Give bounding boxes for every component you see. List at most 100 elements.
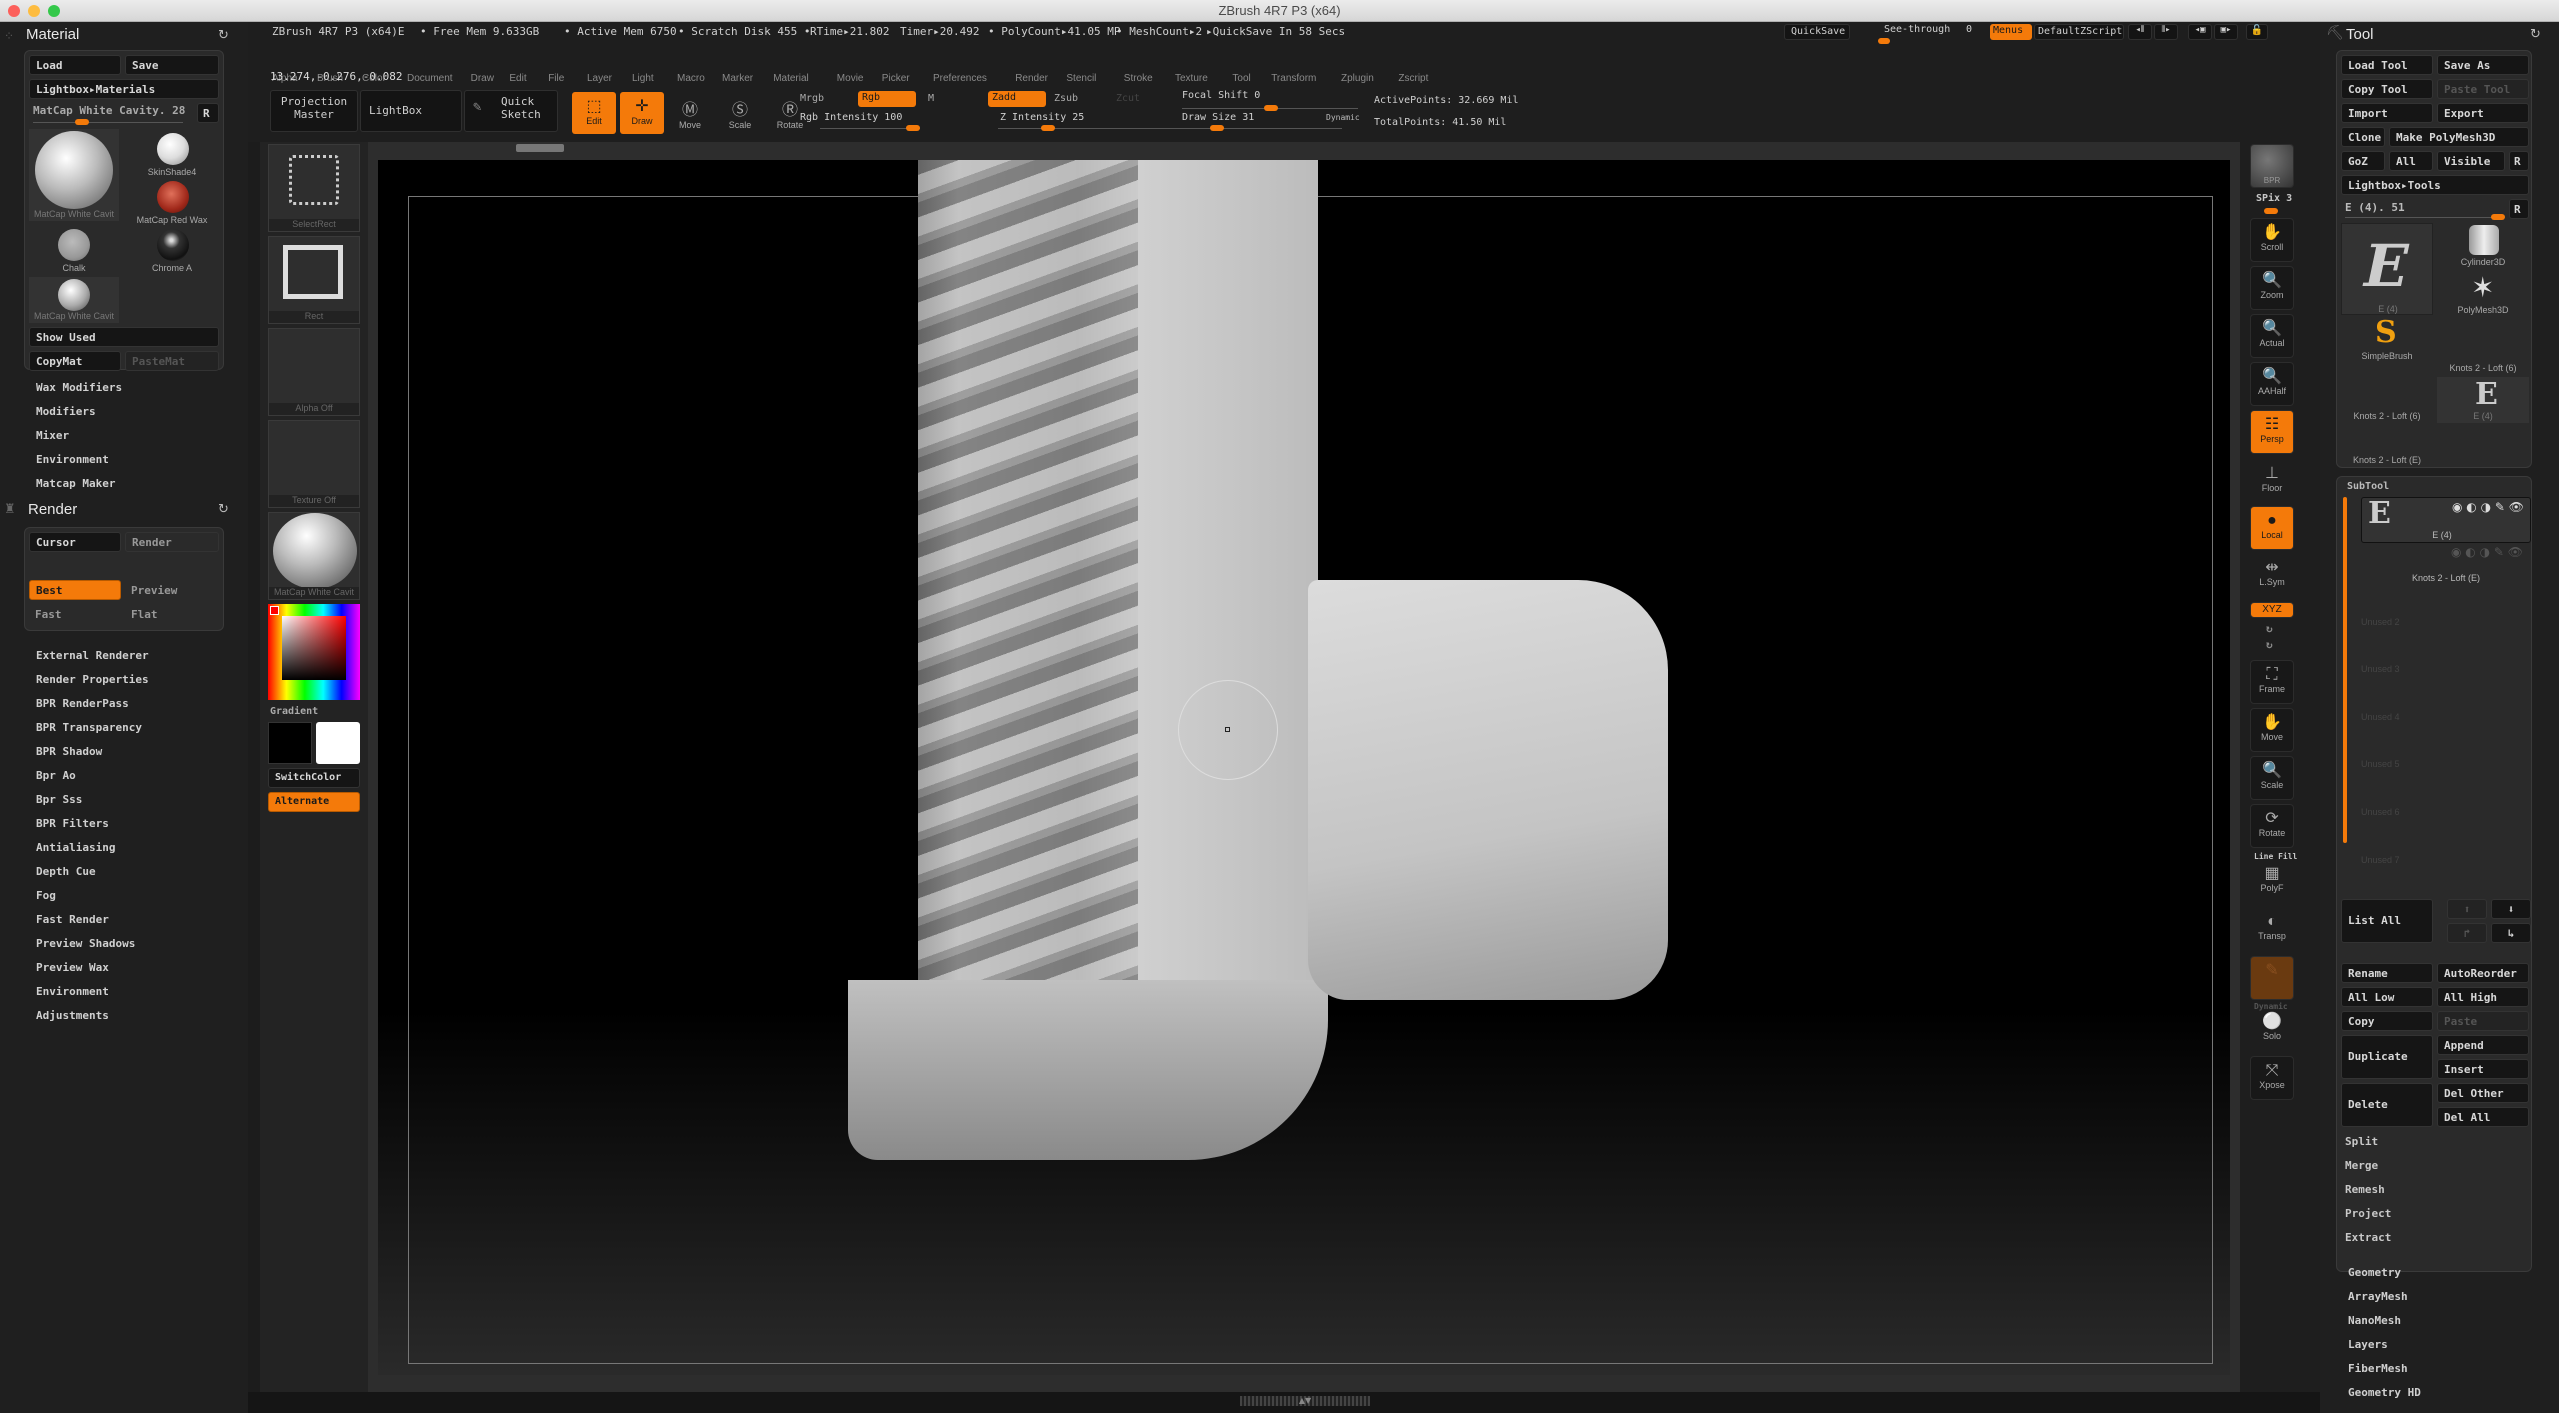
pastemat-button[interactable]: PasteMat — [125, 351, 219, 371]
render-palette-title[interactable]: Render — [28, 501, 77, 518]
move-mode-button[interactable]: Ⓜ Move — [668, 92, 712, 134]
menu-stroke[interactable]: Stroke — [1124, 73, 1153, 84]
subpalette-bpr-ao[interactable]: Bpr Ao — [36, 769, 76, 782]
all-high-button[interactable]: All High — [2437, 987, 2529, 1007]
make-polymesh3d-button[interactable]: Make PolyMesh3D — [2389, 127, 2529, 147]
texture-selector[interactable]: Texture Off — [268, 420, 360, 508]
zsub-button[interactable]: Zsub — [1054, 93, 1078, 104]
visibility-eye-icon[interactable]: ◉ ◐ ◑ ✎ 👁 — [2452, 500, 2524, 514]
layout-left-icon[interactable]: ◂▣ — [2188, 24, 2212, 40]
z-intensity-knob[interactable] — [1041, 125, 1055, 131]
clone-button[interactable]: Clone — [2341, 127, 2385, 147]
subpalette-depth-cue[interactable]: Depth Cue — [36, 865, 96, 878]
menu-stencil[interactable]: Stencil — [1066, 73, 1096, 84]
delete-button[interactable]: Delete — [2341, 1083, 2433, 1127]
default-zscript-button[interactable]: DefaultZScript — [2034, 24, 2124, 40]
menu-edit[interactable]: Edit — [509, 73, 526, 84]
duplicate-button[interactable]: Duplicate — [2341, 1035, 2433, 1079]
subpalette-bpr-shadow[interactable]: BPR Shadow — [36, 745, 102, 758]
rotate-y-icon[interactable]: ↻ — [2266, 622, 2273, 635]
move-view-button[interactable]: ✋ Move — [2250, 708, 2294, 752]
refresh-icon[interactable]: ↻ — [2530, 27, 2541, 42]
menu-render[interactable]: Render — [1015, 73, 1048, 84]
insert-button[interactable]: Insert — [2437, 1059, 2529, 1079]
subtool-title[interactable]: SubTool — [2347, 481, 2389, 492]
subpalette-matcap-maker[interactable]: Matcap Maker — [36, 477, 115, 490]
remesh-subpalette[interactable]: Remesh — [2345, 1183, 2385, 1196]
floor-button[interactable]: ⊥ Floor — [2250, 460, 2294, 504]
scale-mode-button[interactable]: Ⓢ Scale — [718, 92, 762, 134]
subpalette-fog[interactable]: Fog — [36, 889, 56, 902]
tool-thumb-polymesh3d[interactable]: ✶ PolyMesh3D — [2437, 271, 2529, 317]
rotate-up-button[interactable]: ↱ — [2447, 923, 2487, 943]
best-render-button[interactable]: Best — [29, 580, 121, 600]
import-button[interactable]: Import — [2341, 103, 2433, 123]
color-picker-square[interactable] — [282, 616, 346, 680]
gradient-toggle[interactable]: Gradient — [270, 706, 318, 717]
solo-button[interactable]: ⚪ Solo — [2250, 1008, 2294, 1052]
material-r-button[interactable]: R — [197, 103, 219, 123]
subpalette-bpr-sss[interactable]: Bpr Sss — [36, 793, 82, 806]
z-intensity-slider[interactable] — [998, 128, 1198, 129]
copymat-button[interactable]: CopyMat — [29, 351, 121, 371]
ghost-button[interactable]: ✎ — [2250, 956, 2294, 1000]
material-swatch-white-cavity[interactable]: MatCap White Cavit — [29, 277, 119, 323]
color-picker[interactable] — [268, 604, 360, 700]
subpalette-bpr-filters[interactable]: BPR Filters — [36, 817, 109, 830]
rotate-z-icon[interactable]: ↻ — [2266, 638, 2273, 651]
aahalf-button[interactable]: 🔍 AAHalf — [2250, 362, 2294, 406]
polyf-button[interactable]: ▦ PolyF — [2250, 860, 2294, 904]
rgb-intensity-slider[interactable] — [820, 128, 920, 129]
actual-button[interactable]: 🔍 Actual — [2250, 314, 2294, 358]
paste-subtool-button[interactable]: Paste — [2437, 1011, 2529, 1031]
del-other-button[interactable]: Del Other — [2437, 1083, 2529, 1103]
menu-macro[interactable]: Macro — [677, 73, 705, 84]
goz-button[interactable]: GoZ — [2341, 151, 2385, 171]
rgb-intensity-knob[interactable] — [906, 125, 920, 131]
quicksave-button[interactable]: QuickSave — [1784, 24, 1850, 40]
list-all-button[interactable]: List All — [2341, 899, 2433, 943]
extract-subpalette[interactable]: Extract — [2345, 1231, 2391, 1244]
visibility-eye-icon[interactable]: ◉ ◐ ◑ ✎ 👁 — [2451, 545, 2523, 559]
frame-button[interactable]: ⛶ Frame — [2250, 660, 2294, 704]
scale-view-button[interactable]: 🔍 Scale — [2250, 756, 2294, 800]
transp-button[interactable]: ◐ Transp — [2250, 908, 2294, 952]
subpalette-mixer[interactable]: Mixer — [36, 429, 69, 442]
lightbox-materials-button[interactable]: Lightbox▸Materials — [29, 79, 219, 99]
menu-marker[interactable]: Marker — [722, 73, 753, 84]
switch-color-button[interactable]: SwitchColor — [268, 768, 360, 788]
project-subpalette[interactable]: Project — [2345, 1207, 2391, 1220]
subpalette-preview-wax[interactable]: Preview Wax — [36, 961, 109, 974]
tool-palette-title[interactable]: Tool — [2346, 26, 2374, 43]
secondary-color-swatch[interactable] — [316, 722, 360, 764]
tool-slider-knob[interactable] — [2491, 214, 2505, 220]
edit-mode-button[interactable]: ⬚ Edit — [572, 92, 616, 134]
subtool-scrollbar[interactable] — [2343, 497, 2347, 843]
subpalette-render-environment[interactable]: Environment — [36, 985, 109, 998]
subpalette-arraymesh[interactable]: ArrayMesh — [2348, 1290, 2408, 1303]
tool-slider[interactable] — [2345, 217, 2505, 218]
bottom-shelf-toggle[interactable]: ▲▼ — [1240, 1396, 1370, 1406]
draw-size-slider[interactable] — [1182, 128, 1342, 129]
material-swatch-chrome[interactable]: Chrome A — [125, 229, 219, 275]
tool-thumb-knots-loft-e[interactable]: Knots 2 - Loft (E) — [2337, 455, 2437, 465]
material-slider[interactable] — [33, 122, 183, 123]
split-subpalette[interactable]: Split — [2345, 1135, 2378, 1148]
subpalette-render-properties[interactable]: Render Properties — [36, 673, 149, 686]
draw-mode-button[interactable]: ✛ Draw — [620, 92, 664, 134]
menu-document[interactable]: Document — [407, 73, 453, 84]
tool-thumb-simplebrush[interactable]: S SimpleBrush — [2341, 315, 2433, 363]
material-swatch-chalk[interactable]: Chalk — [29, 229, 119, 275]
tool-r-button[interactable]: R — [2509, 199, 2529, 219]
subpalette-geometry-hd[interactable]: Geometry HD — [2348, 1386, 2421, 1399]
merge-subpalette[interactable]: Merge — [2345, 1159, 2378, 1172]
menu-texture[interactable]: Texture — [1175, 73, 1208, 84]
subpalette-antialiasing[interactable]: Antialiasing — [36, 841, 115, 854]
dynamic-toggle[interactable]: Dynamic — [1326, 113, 1360, 122]
alpha-selector[interactable]: Alpha Off — [268, 328, 360, 416]
m-button[interactable]: M — [928, 93, 934, 104]
export-button[interactable]: Export — [2437, 103, 2529, 123]
subpalette-layers[interactable]: Layers — [2348, 1338, 2388, 1351]
flat-render-button[interactable]: Flat — [131, 608, 158, 621]
subpalette-bpr-renderpass[interactable]: BPR RenderPass — [36, 697, 129, 710]
